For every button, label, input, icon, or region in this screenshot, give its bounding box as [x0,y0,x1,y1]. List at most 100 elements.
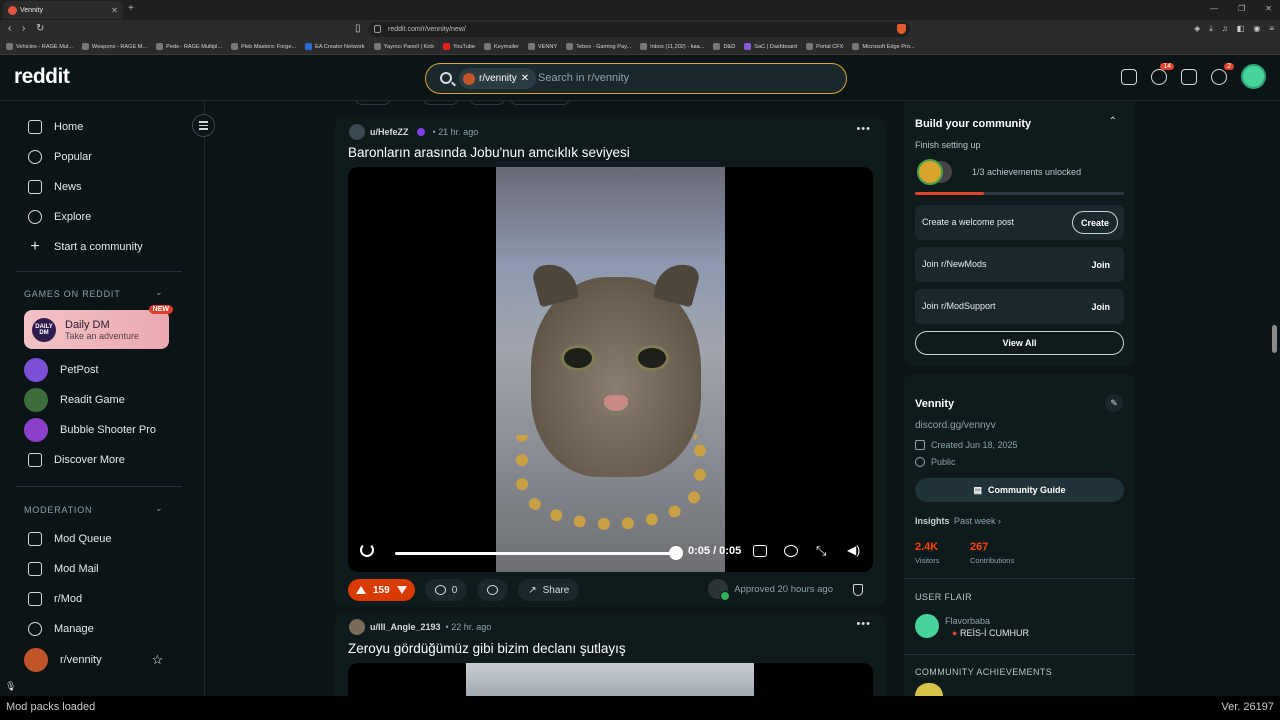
join-button[interactable]: Join [1083,253,1118,276]
more-options-icon[interactable]: ••• [856,123,871,135]
settings-gear-icon[interactable] [784,545,798,557]
url-field[interactable]: reddit.com/r/vennity/new/ [368,22,910,37]
create-post-icon[interactable] [1181,68,1197,85]
chevron-down-icon[interactable]: ⌄ [155,503,163,514]
discover-more[interactable]: Discover More [28,453,125,467]
brave-shield-icon[interactable] [897,24,906,34]
browser-menu-icon[interactable]: ≡ [1269,24,1274,34]
bookmark-item[interactable]: Vehicles - RAGE Mul... [6,43,73,50]
nav-popular[interactable]: Popular [28,150,92,164]
chip-remove-icon[interactable]: ✕ [521,73,529,84]
site-info-icon[interactable] [374,25,381,33]
community-vennity[interactable]: r/vennity ☆ [24,648,164,672]
favorite-star-icon[interactable]: ☆ [152,652,164,668]
author-name[interactable]: u/Ill_Angle_2193 [370,622,441,632]
notifications-icon[interactable]: 2 [1211,62,1234,85]
bookmark-item[interactable]: Yayıncı Paneli | Kick [373,43,434,50]
close-window-icon[interactable]: ✕ [1265,4,1272,13]
games-section-heading[interactable]: GAMES ON REDDIT [24,289,121,299]
bookmark-item[interactable]: VENNY [527,43,557,50]
edit-pencil-icon[interactable]: ✎ [1105,394,1123,412]
community-search-chip[interactable]: r/vennity ✕ [459,68,537,89]
task-join-newmods[interactable]: Join r/NewMods Join [915,247,1124,282]
comments-button[interactable]: 0 [424,579,468,601]
back-icon[interactable]: ‹ [8,23,11,34]
bookmark-folder[interactable]: D&D [713,43,735,50]
post-title[interactable]: Zeroyu gördüğümüz gibi bizim declanı şut… [348,641,626,656]
more-options-icon[interactable]: ••• [856,618,871,630]
mod-shield-icon[interactable] [853,584,863,596]
chevron-down-icon[interactable]: ⌄ [155,287,163,298]
daily-dm-card[interactable]: DAILY DM Daily DM Take an adventure NEW [24,305,173,349]
author-avatar[interactable] [349,619,365,635]
bookmark-item[interactable]: Inbox (11,202) - kaa... [640,43,704,50]
bookmark-item[interactable]: Portal CFX [806,43,843,50]
replay-icon[interactable] [360,543,374,557]
extension-icon[interactable]: ◈ [1194,24,1200,34]
nav-start-community[interactable]: + Start a community [28,239,142,255]
award-button[interactable] [477,579,509,601]
chevron-up-icon[interactable]: ⌃ [1109,116,1117,127]
search-bar[interactable]: r/vennity ✕ Search in r/vennity [425,63,847,94]
join-button[interactable]: Join [1083,295,1118,318]
microphone-icon[interactable]: 🎙 [5,681,17,695]
create-button[interactable]: Create [1071,211,1118,234]
mod-mail[interactable]: Mod Mail [28,562,99,576]
r-mod[interactable]: r/Mod [28,592,82,606]
bookmark-item[interactable]: Weapons - RAGE M... [81,43,147,50]
moderation-section-heading[interactable]: MODERATION [24,505,92,515]
game-readit[interactable]: Readit Game [24,388,125,412]
nav-news[interactable]: News [28,180,82,194]
chat-icon[interactable]: 14 [1151,62,1174,85]
post-title[interactable]: Baronların arasında Jobu'nun amcıklık se… [348,145,630,160]
browser-tab[interactable]: Vennity ✕ [3,1,123,19]
manage[interactable]: Manage [28,622,94,636]
upvote-icon[interactable] [356,586,366,594]
author-avatar[interactable] [349,124,365,140]
maximize-icon[interactable]: ❐ [1238,4,1245,13]
downloads-icon[interactable]: ⤓ [1209,24,1213,34]
advertise-icon[interactable] [1121,68,1137,85]
scrollbar-thumb[interactable] [1272,325,1277,353]
bookmark-item[interactable]: EA Creator Network [305,43,365,50]
volume-icon[interactable]: ◀) [847,543,861,557]
task-join-modsupport[interactable]: Join r/ModSupport Join [915,289,1124,324]
media-icon[interactable]: ♫ [1222,24,1228,34]
captions-icon[interactable] [753,545,767,557]
page-scrollbar[interactable] [1272,62,1277,692]
forward-icon[interactable]: › [22,23,25,34]
community-link[interactable]: discord.gg/vennyv [915,420,996,431]
nav-explore[interactable]: Explore [28,210,91,224]
share-button[interactable]: ↗ Share [518,579,580,601]
minimize-icon[interactable]: — [1210,4,1218,13]
wallet-icon[interactable]: ◉ [1253,24,1260,34]
reddit-logo[interactable]: reddit [14,65,70,89]
bookmark-item[interactable]: Keymailer [484,43,519,50]
bookmark-item[interactable]: Tebex - Gaming Pay... [566,43,631,50]
video-scrubber[interactable] [669,546,683,560]
view-all-button[interactable]: View All [915,331,1124,355]
mod-queue[interactable]: Mod Queue [28,532,111,546]
author-name[interactable]: u/HefeZZ [370,127,409,137]
task-welcome-post[interactable]: Create a welcome post Create [915,205,1124,240]
bookmark-icon[interactable]: ▯ [355,23,361,34]
bookmark-folder[interactable]: Microsoft Edge Pro... [852,43,915,50]
sidebar-toggle-button[interactable] [192,114,215,137]
user-avatar[interactable] [1241,64,1266,89]
game-bubble-shooter[interactable]: Bubble Shooter Pro [24,418,156,442]
downvote-icon[interactable] [396,586,407,594]
community-guide-button[interactable]: ▤ Community Guide [915,478,1124,502]
bookmark-item[interactable]: Peds - RAGE Multipl... [156,43,222,50]
nav-home[interactable]: Home [28,120,83,134]
video-progress-track[interactable] [395,552,677,555]
reload-icon[interactable]: ↻ [36,23,44,34]
close-tab-icon[interactable]: ✕ [111,6,118,15]
new-tab-icon[interactable]: + [128,3,134,14]
insights-range[interactable]: Past week › [954,516,1001,526]
fullscreen-icon[interactable]: ⤡ [816,543,830,558]
bookmark-item[interactable]: SaC | Dashboard [744,43,797,50]
bookmark-item[interactable]: YouTube [443,43,475,50]
video-player[interactable]: 0:05 / 0:05 ⤡ ◀) [348,167,873,572]
bookmark-item[interactable]: Pleb Masters: Forge... [231,43,296,50]
game-petpost[interactable]: PetPost [24,358,99,382]
